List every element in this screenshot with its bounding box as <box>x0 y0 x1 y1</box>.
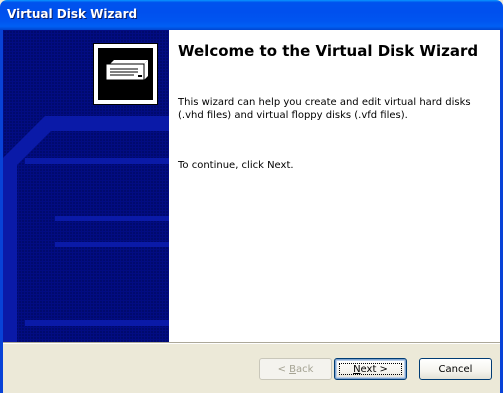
wizard-content-area: Welcome to the Virtual Disk Wizard This … <box>169 30 500 342</box>
window-title: Virtual Disk Wizard <box>7 7 138 21</box>
title-bar[interactable]: Virtual Disk Wizard <box>0 0 503 30</box>
back-button[interactable]: < Back <box>259 358 332 380</box>
back-button-label: < Back <box>277 363 314 375</box>
next-button-focus-ring <box>339 363 402 375</box>
button-area-separator <box>3 342 500 344</box>
cancel-button-label: Cancel <box>438 363 473 375</box>
next-button[interactable]: Next > <box>334 358 407 380</box>
continue-hint: To continue, click Next. <box>178 160 294 171</box>
cancel-button[interactable]: Cancel <box>419 358 492 380</box>
wizard-description: This wizard can help you create and edit… <box>178 97 471 121</box>
virtual-disk-drive-icon <box>98 48 153 100</box>
wizard-window: Virtual Disk Wizard Welcome to the Virtu… <box>0 0 503 393</box>
wizard-heading: Welcome to the Virtual Disk Wizard <box>178 42 479 60</box>
wizard-logo <box>93 43 158 105</box>
wizard-side-panel <box>3 30 169 342</box>
